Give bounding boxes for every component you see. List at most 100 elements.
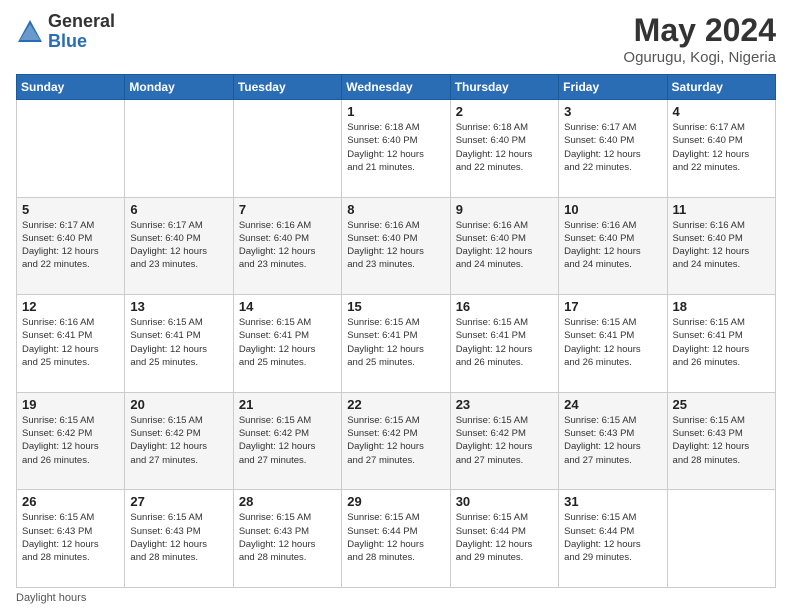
logo-blue: Blue [48, 32, 115, 52]
footer: Daylight hours [16, 592, 776, 604]
day-number: 14 [239, 299, 336, 314]
calendar-cell: 26 Sunrise: 6:15 AM Sunset: 6:43 PM Dayli… [17, 490, 125, 588]
title-block: May 2024 Ogurugu, Kogi, Nigeria [623, 12, 776, 66]
calendar-cell: 14 Sunrise: 6:15 AM Sunset: 6:41 PM Dayli… [233, 295, 341, 393]
header-row: SundayMondayTuesdayWednesdayThursdayFrid… [17, 75, 776, 100]
logo-general: General [48, 12, 115, 32]
day-number: 11 [673, 202, 770, 217]
day-number: 31 [564, 494, 661, 509]
day-number: 7 [239, 202, 336, 217]
day-number: 23 [456, 397, 553, 412]
day-number: 22 [347, 397, 444, 412]
day-info: Sunrise: 6:15 AM Sunset: 6:41 PM Dayligh… [456, 316, 553, 369]
page: General Blue May 2024 Ogurugu, Kogi, Nig… [0, 0, 792, 612]
calendar-cell: 29 Sunrise: 6:15 AM Sunset: 6:44 PM Dayli… [342, 490, 450, 588]
day-number: 13 [130, 299, 227, 314]
footer-text: Daylight hours [16, 592, 86, 604]
calendar-cell: 9 Sunrise: 6:16 AM Sunset: 6:40 PM Daylig… [450, 197, 558, 295]
day-info: Sunrise: 6:15 AM Sunset: 6:44 PM Dayligh… [456, 511, 553, 564]
day-info: Sunrise: 6:15 AM Sunset: 6:42 PM Dayligh… [22, 414, 119, 467]
logo: General Blue [16, 12, 115, 52]
day-number: 27 [130, 494, 227, 509]
day-info: Sunrise: 6:15 AM Sunset: 6:43 PM Dayligh… [673, 414, 770, 467]
week-row-1: 5 Sunrise: 6:17 AM Sunset: 6:40 PM Daylig… [17, 197, 776, 295]
calendar-cell [667, 490, 775, 588]
day-number: 4 [673, 104, 770, 119]
calendar-cell: 12Sunrise: 6:16 AM Sunset: 6:41 PM Dayli… [17, 295, 125, 393]
header-day-tuesday: Tuesday [233, 75, 341, 100]
header: General Blue May 2024 Ogurugu, Kogi, Nig… [16, 12, 776, 66]
day-info: Sunrise: 6:15 AM Sunset: 6:44 PM Dayligh… [564, 511, 661, 564]
day-info: Sunrise: 6:16 AM Sunset: 6:40 PM Dayligh… [456, 219, 553, 272]
calendar-cell: 18 Sunrise: 6:15 AM Sunset: 6:41 PM Dayli… [667, 295, 775, 393]
calendar-cell: 6Sunrise: 6:17 AM Sunset: 6:40 PM Daylig… [125, 197, 233, 295]
day-number: 24 [564, 397, 661, 412]
day-info: Sunrise: 6:15 AM Sunset: 6:43 PM Dayligh… [22, 511, 119, 564]
calendar-cell: 7 Sunrise: 6:16 AM Sunset: 6:40 PM Daylig… [233, 197, 341, 295]
calendar-cell: 10Sunrise: 6:16 AM Sunset: 6:40 PM Dayli… [559, 197, 667, 295]
day-info: Sunrise: 6:18 AM Sunset: 6:40 PM Dayligh… [347, 121, 444, 174]
header-day-sunday: Sunday [17, 75, 125, 100]
week-row-3: 19 Sunrise: 6:15 AM Sunset: 6:42 PM Dayli… [17, 392, 776, 490]
week-row-4: 26 Sunrise: 6:15 AM Sunset: 6:43 PM Dayli… [17, 490, 776, 588]
day-info: Sunrise: 6:16 AM Sunset: 6:40 PM Dayligh… [564, 219, 661, 272]
calendar-cell: 3Sunrise: 6:17 AM Sunset: 6:40 PM Daylig… [559, 100, 667, 198]
day-info: Sunrise: 6:15 AM Sunset: 6:41 PM Dayligh… [673, 316, 770, 369]
calendar-cell: 23Sunrise: 6:15 AM Sunset: 6:42 PM Dayli… [450, 392, 558, 490]
calendar-cell: 20Sunrise: 6:15 AM Sunset: 6:42 PM Dayli… [125, 392, 233, 490]
day-info: Sunrise: 6:16 AM Sunset: 6:40 PM Dayligh… [347, 219, 444, 272]
calendar-cell: 31 Sunrise: 6:15 AM Sunset: 6:44 PM Dayli… [559, 490, 667, 588]
day-number: 21 [239, 397, 336, 412]
main-title: May 2024 [623, 12, 776, 49]
week-row-2: 12Sunrise: 6:16 AM Sunset: 6:41 PM Dayli… [17, 295, 776, 393]
day-number: 29 [347, 494, 444, 509]
day-number: 1 [347, 104, 444, 119]
calendar-cell: 2 Sunrise: 6:18 AM Sunset: 6:40 PM Daylig… [450, 100, 558, 198]
day-number: 16 [456, 299, 553, 314]
calendar-table: SundayMondayTuesdayWednesdayThursdayFrid… [16, 74, 776, 588]
calendar-cell: 25Sunrise: 6:15 AM Sunset: 6:43 PM Dayli… [667, 392, 775, 490]
calendar-cell: 19 Sunrise: 6:15 AM Sunset: 6:42 PM Dayli… [17, 392, 125, 490]
header-day-thursday: Thursday [450, 75, 558, 100]
logo-text: General Blue [48, 12, 115, 52]
day-number: 9 [456, 202, 553, 217]
day-number: 18 [673, 299, 770, 314]
day-info: Sunrise: 6:15 AM Sunset: 6:41 PM Dayligh… [564, 316, 661, 369]
day-info: Sunrise: 6:17 AM Sunset: 6:40 PM Dayligh… [130, 219, 227, 272]
header-day-friday: Friday [559, 75, 667, 100]
day-info: Sunrise: 6:15 AM Sunset: 6:42 PM Dayligh… [239, 414, 336, 467]
day-number: 2 [456, 104, 553, 119]
day-info: Sunrise: 6:15 AM Sunset: 6:43 PM Dayligh… [239, 511, 336, 564]
day-info: Sunrise: 6:18 AM Sunset: 6:40 PM Dayligh… [456, 121, 553, 174]
day-number: 8 [347, 202, 444, 217]
calendar-cell [17, 100, 125, 198]
calendar-cell: 27 Sunrise: 6:15 AM Sunset: 6:43 PM Dayli… [125, 490, 233, 588]
day-number: 30 [456, 494, 553, 509]
calendar-cell: 17Sunrise: 6:15 AM Sunset: 6:41 PM Dayli… [559, 295, 667, 393]
calendar-header: SundayMondayTuesdayWednesdayThursdayFrid… [17, 75, 776, 100]
calendar-cell: 8 Sunrise: 6:16 AM Sunset: 6:40 PM Daylig… [342, 197, 450, 295]
logo-icon [16, 18, 44, 46]
day-info: Sunrise: 6:17 AM Sunset: 6:40 PM Dayligh… [22, 219, 119, 272]
day-info: Sunrise: 6:15 AM Sunset: 6:42 PM Dayligh… [347, 414, 444, 467]
day-info: Sunrise: 6:15 AM Sunset: 6:43 PM Dayligh… [130, 511, 227, 564]
day-info: Sunrise: 6:16 AM Sunset: 6:40 PM Dayligh… [673, 219, 770, 272]
day-info: Sunrise: 6:15 AM Sunset: 6:44 PM Dayligh… [347, 511, 444, 564]
calendar-cell: 4Sunrise: 6:17 AM Sunset: 6:40 PM Daylig… [667, 100, 775, 198]
day-number: 28 [239, 494, 336, 509]
day-number: 26 [22, 494, 119, 509]
day-number: 5 [22, 202, 119, 217]
calendar-cell: 15Sunrise: 6:15 AM Sunset: 6:41 PM Dayli… [342, 295, 450, 393]
day-info: Sunrise: 6:16 AM Sunset: 6:40 PM Dayligh… [239, 219, 336, 272]
day-info: Sunrise: 6:15 AM Sunset: 6:41 PM Dayligh… [347, 316, 444, 369]
day-info: Sunrise: 6:15 AM Sunset: 6:41 PM Dayligh… [239, 316, 336, 369]
calendar-cell: 24 Sunrise: 6:15 AM Sunset: 6:43 PM Dayli… [559, 392, 667, 490]
calendar-cell [233, 100, 341, 198]
calendar-cell [125, 100, 233, 198]
subtitle: Ogurugu, Kogi, Nigeria [623, 49, 776, 66]
day-number: 19 [22, 397, 119, 412]
day-info: Sunrise: 6:15 AM Sunset: 6:43 PM Dayligh… [564, 414, 661, 467]
day-info: Sunrise: 6:16 AM Sunset: 6:41 PM Dayligh… [22, 316, 119, 369]
day-info: Sunrise: 6:15 AM Sunset: 6:42 PM Dayligh… [130, 414, 227, 467]
header-day-wednesday: Wednesday [342, 75, 450, 100]
